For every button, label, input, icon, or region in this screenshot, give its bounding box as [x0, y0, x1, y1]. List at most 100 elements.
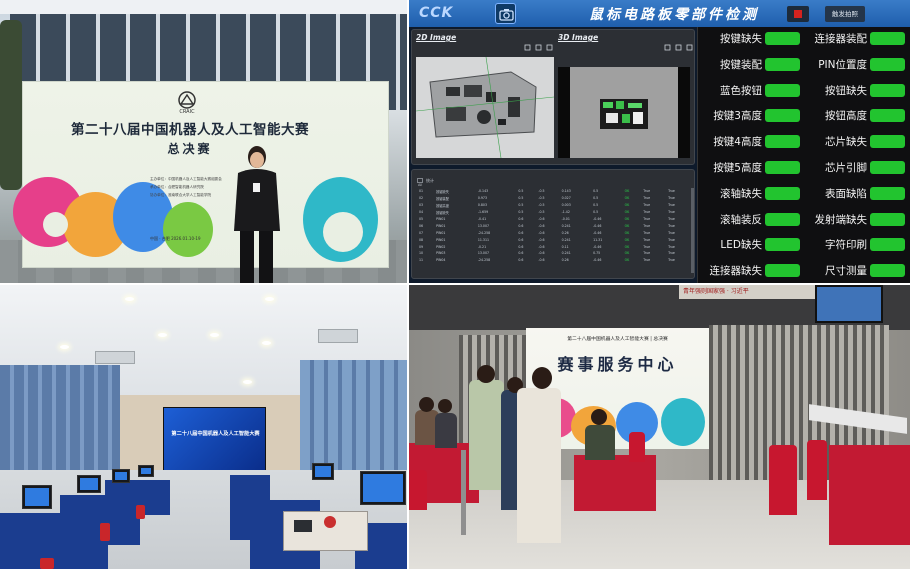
check-item-label: 表面缺陷 — [825, 187, 867, 200]
table-scrollbar[interactable] — [691, 188, 694, 273]
check-item: 芯片引脚 — [805, 158, 909, 176]
check-item-label: 连接器装配 — [814, 33, 868, 45]
check-item: 滚轴缺失 — [698, 184, 804, 202]
image-3d-view — [558, 67, 690, 158]
check-item-label: 按钮高度 — [825, 110, 867, 123]
panel-2d-label: 2D Image — [416, 33, 457, 42]
red-table — [829, 445, 910, 545]
person-figure — [234, 146, 280, 283]
table-row[interactable]: 09 PIN02 -0.21 0.6 -0.6 0.11 -0.46 OK True True — [418, 243, 692, 250]
panel-3d-tools-icon[interactable] — [664, 44, 694, 51]
check-item-label: 按键缺失 — [720, 33, 762, 45]
check-status-indicator — [765, 238, 800, 252]
red-table — [574, 455, 656, 511]
check-status-indicator — [870, 57, 905, 71]
led-subtitle: 第二十八届中国机器人及人工智能大赛 | 总决赛 — [567, 337, 668, 342]
table-row[interactable]: 08 PIN01 11.311 0.6 -0.6 0.241 11.31 OK True True — [418, 236, 692, 243]
stop-button[interactable] — [787, 6, 809, 22]
screen-title: 第二十八届中国机器人及人工智能大赛 — [171, 431, 260, 437]
table-row[interactable]: 02 按键装配 0.973 0.5 -0.5 0.027 0.5 OK True True — [418, 195, 692, 202]
check-item-label: 蓝色按钮 — [720, 84, 762, 97]
red-chair — [807, 440, 827, 500]
monitor — [77, 475, 101, 493]
inspection-software-screen: CCK 鼠标电路板零部件检测 触发拍照 2D Image 3D Image 统计… — [409, 0, 910, 283]
check-item: 按键装配 — [698, 55, 804, 73]
check-item-label: 按键装配 — [720, 58, 762, 71]
check-item: 按键缺失 — [698, 29, 804, 47]
check-status-indicator — [870, 186, 905, 200]
camera-button[interactable] — [495, 3, 516, 24]
check-item-label: 尺寸测量 — [825, 265, 867, 278]
check-item-label: LED缺失 — [720, 239, 762, 252]
check-status-indicator — [765, 83, 800, 97]
pcb-2d-image — [415, 56, 555, 159]
person — [517, 388, 561, 543]
table-row[interactable]: 04 按键缺失 -1.659 0.5 -0.5 -1.42 0.5 OK True True — [418, 209, 692, 216]
competition-banner-photo: CRAIC 第二十八届中国机器人及人工智能大赛 总决赛 主办单位：中国机器人及人… — [0, 0, 407, 283]
red-chair — [409, 470, 427, 510]
display-screen: 第二十八届中国机器人及人工智能大赛 — [163, 407, 266, 472]
service-center-photo: 青年强则国家强 · 习近平 第二十八届中国机器人及人工智能大赛 | 总决赛 赛事… — [409, 285, 910, 569]
check-item-label: 滚轴装反 — [720, 213, 762, 226]
red-chair — [769, 445, 797, 515]
tree — [0, 20, 22, 190]
check-item: 芯片缺失 — [805, 132, 909, 150]
pcb-3d-image — [570, 67, 678, 158]
monitor — [360, 471, 406, 505]
chair — [100, 523, 110, 541]
check-item-label: PIN位置度 — [818, 58, 867, 71]
stop-icon — [794, 10, 802, 18]
red-chair — [629, 432, 645, 462]
chair — [136, 505, 145, 519]
check-status-indicator — [765, 109, 800, 123]
table-row[interactable]: 11 PIN04 -24.258 0.6 -0.6 0.26 -0.46 OK True True — [418, 257, 692, 264]
check-item-label: 发射端缺失 — [814, 213, 868, 226]
check-item: 按钮高度 — [805, 106, 909, 124]
trigger-capture-button[interactable]: 触发拍照 — [825, 6, 865, 22]
table-row[interactable]: 03 按键高度 0.803 0.5 -0.5 0.003 0.5 OK True True — [418, 202, 692, 209]
table-row[interactable]: 05 PIN01 -0.41 0.6 -0.6 -0.01 -0.46 OK True True — [418, 216, 692, 223]
check-status-indicator — [765, 264, 800, 278]
table-row[interactable]: 07 PIN01 -24.258 0.6 -0.6 0.26 -0.46 OK True True — [418, 229, 692, 236]
check-item: 连接器装配 — [805, 29, 909, 47]
check-item-label: 字符印刷 — [825, 239, 867, 252]
check-item: 发射端缺失 — [805, 210, 909, 228]
wall-tv — [815, 285, 883, 323]
competition-hall-photo: 第二十八届中国机器人及人工智能大赛 — [0, 285, 407, 569]
brand-label: CRAIC — [179, 109, 195, 115]
image-panel: 2D Image 3D Image — [411, 29, 695, 165]
banner-subtitle: 总决赛 — [167, 142, 213, 156]
check-status-indicator — [870, 32, 905, 45]
check-item: 蓝色按钮 — [698, 81, 804, 99]
check-item: 尺寸测量 — [805, 261, 909, 279]
panel-3d-label: 3D Image — [558, 33, 599, 42]
check-item: 按键4高度 — [698, 132, 804, 150]
monitor — [112, 469, 130, 483]
check-status-indicator — [765, 135, 800, 149]
cck-logo: CCK — [419, 5, 454, 21]
organizer-list: 主办单位：中国机器人及人工智能大赛组委会 承办单位：合肥智能机器人研究院 协办单… — [150, 177, 222, 197]
check-status-indicator — [765, 186, 800, 200]
check-item: 表面缺陷 — [805, 184, 909, 202]
table-row[interactable]: 06 PIN01 13.007 0.6 -0.6 0.241 -0.46 OK True True — [418, 222, 692, 229]
check-status-indicator — [870, 238, 905, 252]
check-item-label: 按键3高度 — [713, 110, 762, 123]
table-row[interactable]: 10 PIN03 13.007 0.6 -0.6 0.241 0.75 OK True True — [418, 250, 692, 257]
check-status-indicator — [765, 161, 800, 174]
check-status-indicator — [870, 212, 905, 226]
statistics-title: 统计 — [426, 178, 434, 183]
check-item-label: 芯片缺失 — [825, 136, 867, 149]
check-item: 按键3高度 — [698, 106, 804, 124]
check-status-indicator — [765, 212, 800, 226]
check-item-label: 连接器缺失 — [709, 265, 763, 278]
check-item: 字符印刷 — [805, 235, 909, 253]
check-item: PIN位置度 — [805, 55, 909, 73]
table-row[interactable]: 01 按键缺失 -0.143 0.5 -0.5 0.143 0.5 OK True True — [418, 188, 692, 195]
check-item-label: 芯片引脚 — [825, 162, 867, 174]
check-status-indicator — [870, 135, 905, 149]
air-conditioner — [95, 351, 135, 364]
table-tab-all[interactable]: All — [418, 183, 422, 187]
monitor — [312, 463, 334, 480]
panel-2d-tools-icon[interactable] — [524, 44, 554, 51]
check-status-indicator — [765, 32, 800, 45]
